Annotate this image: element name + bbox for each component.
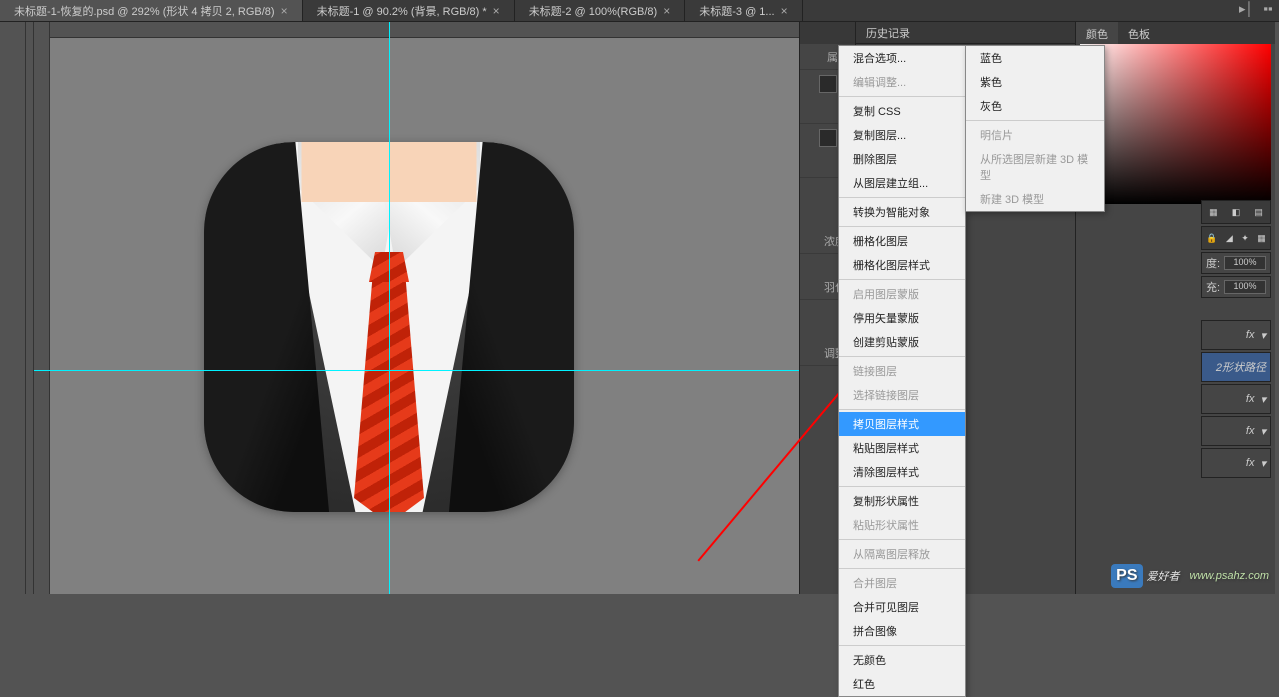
menu-item[interactable]: 栅格化图层	[839, 229, 965, 253]
history-tab[interactable]: 历史记录 ▸│ ▪▪	[856, 22, 1075, 44]
close-icon[interactable]: ×	[281, 4, 288, 18]
fill-slider[interactable]: 充:100%	[1201, 276, 1271, 298]
color-tab[interactable]: 颜色	[1076, 22, 1118, 44]
menu-item[interactable]: 蓝色	[966, 46, 1104, 70]
opacity-slider[interactable]: 度:100%	[1201, 252, 1271, 274]
panel-menu-icon[interactable]: ▸│	[1239, 2, 1253, 16]
layer-row[interactable]: fx▾	[1201, 384, 1271, 414]
left-toolbar[interactable]	[0, 22, 26, 594]
menu-item: 粘贴形状属性	[839, 513, 965, 537]
mini-panel-icons-2[interactable]: 🔒◢✦▦	[1201, 226, 1271, 250]
menu-item[interactable]: 红色	[839, 672, 965, 696]
panel-header	[800, 22, 855, 44]
layer-context-menu[interactable]: 混合选项...编辑调整... 复制 CSS复制图层...删除图层从图层建立组...…	[838, 45, 966, 697]
close-icon[interactable]: ×	[493, 4, 500, 18]
close-icon[interactable]: ×	[663, 4, 670, 18]
left-gutter	[26, 22, 34, 594]
menu-item: 选择链接图层	[839, 383, 965, 407]
tab-doc-3[interactable]: 未标题-2 @ 100%(RGB/8)×	[515, 0, 686, 21]
menu-item[interactable]: 删除图层	[839, 147, 965, 171]
mini-panel-icons[interactable]: ▦◧▤	[1201, 200, 1271, 224]
menu-item[interactable]: 转换为智能对象	[839, 200, 965, 224]
layers-list: fx▾ 2形状路径 fx▾ fx▾ fx▾	[1201, 320, 1271, 480]
menu-item[interactable]: 复制 CSS	[839, 99, 965, 123]
menu-item[interactable]: 拷贝图层样式	[839, 412, 965, 436]
menu-item[interactable]: 灰色	[966, 94, 1104, 118]
menu-item: 编辑调整...	[839, 70, 965, 94]
menu-item[interactable]: 复制形状属性	[839, 489, 965, 513]
menu-item[interactable]: 从图层建立组...	[839, 171, 965, 195]
swatches-tab[interactable]: 色板	[1118, 22, 1160, 44]
tab-doc-4[interactable]: 未标题-3 @ 1...×	[685, 0, 802, 21]
guide-horizontal[interactable]	[34, 370, 799, 371]
tab-doc-2[interactable]: 未标题-1 @ 90.2% (背景, RGB/8) *×	[303, 0, 515, 21]
guide-vertical[interactable]	[389, 22, 390, 594]
color-panel: 颜色 色板	[1075, 22, 1275, 594]
menu-item[interactable]: 创建剪贴蒙版	[839, 330, 965, 354]
layer-row[interactable]: fx▾	[1201, 320, 1271, 350]
menu-item: 合并图层	[839, 571, 965, 595]
menu-item: 从所选图层新建 3D 模型	[966, 147, 1104, 187]
menu-item: 链接图层	[839, 359, 965, 383]
menu-item[interactable]: 栅格化图层样式	[839, 253, 965, 277]
ruler-horizontal[interactable]	[34, 22, 799, 38]
document-tabs: 未标题-1-恢复的.psd @ 292% (形状 4 拷贝 2, RGB/8)×…	[0, 0, 1279, 22]
color-submenu[interactable]: 蓝色紫色灰色明信片从所选图层新建 3D 模型新建 3D 模型	[965, 45, 1105, 212]
shape-thumb-icon[interactable]	[819, 129, 837, 147]
ruler-vertical[interactable]	[34, 22, 50, 594]
close-icon[interactable]: ×	[781, 4, 788, 18]
menu-item: 启用图层蒙版	[839, 282, 965, 306]
watermark: PS 爱好者 www.psahz.com	[1111, 564, 1269, 588]
canvas[interactable]	[34, 22, 799, 594]
menu-item: 从隔离图层释放	[839, 542, 965, 566]
layer-row-selected[interactable]: 2形状路径	[1201, 352, 1271, 382]
menu-item: 新建 3D 模型	[966, 187, 1104, 211]
mask-thumb-icon[interactable]	[819, 75, 837, 93]
menu-item[interactable]: 无颜色	[839, 648, 965, 672]
tab-doc-1[interactable]: 未标题-1-恢复的.psd @ 292% (形状 4 拷贝 2, RGB/8)×	[0, 0, 303, 21]
menu-item[interactable]: 合并可见图层	[839, 595, 965, 619]
layer-row[interactable]: fx▾	[1201, 448, 1271, 478]
menu-item[interactable]: 粘贴图层样式	[839, 436, 965, 460]
menu-item[interactable]: 拼合图像	[839, 619, 965, 643]
menu-item: 明信片	[966, 123, 1104, 147]
panel-collapse-icon[interactable]: ▪▪	[1261, 2, 1275, 16]
menu-item[interactable]: 紫色	[966, 70, 1104, 94]
menu-item[interactable]: 复制图层...	[839, 123, 965, 147]
color-picker[interactable]	[1080, 44, 1271, 204]
menu-item[interactable]: 停用矢量蒙版	[839, 306, 965, 330]
menu-item[interactable]: 混合选项...	[839, 46, 965, 70]
layer-row[interactable]: fx▾	[1201, 416, 1271, 446]
menu-item[interactable]: 清除图层样式	[839, 460, 965, 484]
